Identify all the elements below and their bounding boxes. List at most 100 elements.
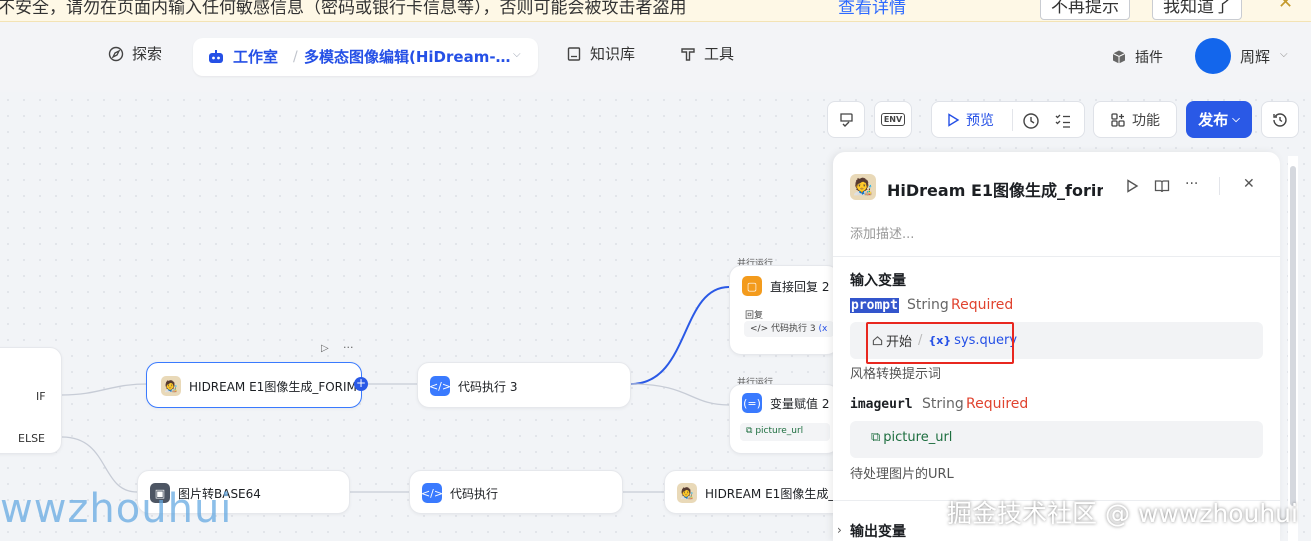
description-placeholder[interactable]: 添加描述... <box>850 223 914 242</box>
reply2-sub: 回复 <box>745 311 764 321</box>
check-x-icon <box>840 112 853 127</box>
imageurl-var-name: imageurl <box>850 397 913 412</box>
book-open-icon[interactable] <box>1154 178 1170 194</box>
imageurl-value: picture_url <box>883 430 953 445</box>
edge-else-img <box>61 436 138 493</box>
hammer-icon <box>681 47 695 61</box>
env-label: ENV <box>880 113 906 126</box>
assign-icon: (=) <box>742 393 762 413</box>
watermark-right: 掘金技术社区 @ wwwzhouhui <box>947 499 1298 528</box>
more-icon[interactable]: ··· <box>1185 176 1198 192</box>
add-node-plus-icon[interactable]: + <box>354 377 368 391</box>
got-it-button[interactable]: 我知道了 <box>1152 0 1242 20</box>
hidream-b-node[interactable]: 🧑‍🎨 HIDREAM E1图像生成_F <box>664 470 854 514</box>
highlight-annotation-box <box>866 322 1014 364</box>
edge-if-hidream <box>61 383 148 396</box>
security-warning-bar: 不安全，请勿在页面内输入任何敏感信息（密码或银行卡信息等），否则可能会被攻击者盗… <box>0 0 1311 22</box>
assign2-var: ⧉ picture_url <box>740 423 830 441</box>
code3-node[interactable]: </> 代码执行 3 <box>417 362 631 408</box>
history-run-icon[interactable] <box>1022 112 1040 130</box>
inputs-title: 输入变量 <box>850 273 906 289</box>
play-icon <box>948 113 960 127</box>
assign2-node[interactable]: (=) 变量赋值 2 ⧉ picture_url <box>729 384 839 454</box>
code3-node-title: 代码执行 3 <box>458 379 518 394</box>
prompt-type: String <box>907 297 949 313</box>
code-node-title: 代码执行 <box>450 486 499 501</box>
close-icon[interactable]: ✕ <box>1278 0 1293 13</box>
robot-icon <box>209 49 223 63</box>
nav-tools-label: 工具 <box>704 45 735 63</box>
condition-node[interactable]: IF ELSE <box>0 347 62 454</box>
warning-message: 不安全，请勿在页面内输入任何敏感信息（密码或银行卡信息等），否则可能会被攻击者盗… <box>0 0 687 18</box>
outputs-title[interactable]: 输出变量 <box>850 521 906 541</box>
grid-icon <box>1111 112 1125 127</box>
nav-explore[interactable]: 探索 <box>108 43 162 64</box>
collapse-chevron-icon[interactable]: › <box>837 523 842 537</box>
hidream-node[interactable]: 🧑‍🎨 HIDREAM E1图像生成_FORIM <box>146 362 362 408</box>
env-button[interactable]: ENV <box>874 101 912 138</box>
publish-button[interactable]: 发布 ⌵ <box>1186 101 1252 138</box>
node-more-icon[interactable]: ··· <box>343 341 354 354</box>
preview-toolbar-group: 预览 <box>931 101 1085 138</box>
app-name[interactable]: 多模态图像编辑(HiDream-… <box>304 46 511 67</box>
workspace-pill[interactable]: 工作室 / 多模态图像编辑(HiDream-… ⌵ <box>193 38 538 76</box>
reply2-ref: </> 代码执行 3 (x <box>744 321 834 337</box>
else-label: ELSE <box>18 432 46 445</box>
chevron-down-icon[interactable]: ⌵ <box>513 49 521 60</box>
hidream-node-icon: 🧑‍🎨 <box>161 376 181 396</box>
view-details-link[interactable]: 查看详情 <box>838 0 906 18</box>
nav-plugins[interactable]: 插件 <box>1111 47 1163 67</box>
user-chevron-down-icon[interactable]: ⌵ <box>1280 49 1288 60</box>
imageurl-type: String <box>922 396 964 412</box>
code-icon-2: </> <box>421 483 443 503</box>
hidream-b-node-title: HIDREAM E1图像生成_F <box>705 486 842 501</box>
features-button[interactable]: 功能 <box>1093 101 1177 138</box>
node-run-icon[interactable]: ▷ <box>321 343 329 354</box>
book-icon <box>567 46 581 61</box>
panel-scrollbar[interactable] <box>1288 156 1298 541</box>
nav-tools[interactable]: 工具 <box>680 43 734 64</box>
hidream-panel-icon: 🧑‍🎨 <box>850 174 876 200</box>
nav-knowledge-label: 知识库 <box>590 45 636 63</box>
prompt-var-name: prompt <box>850 298 899 313</box>
preview-button[interactable]: 预览 <box>946 110 994 130</box>
code-node[interactable]: </> 代码执行 <box>409 470 623 514</box>
breadcrumb-separator: / <box>293 49 298 65</box>
nav-explore-label: 探索 <box>132 45 163 63</box>
code-small-icon: </> <box>750 324 769 334</box>
edge-code3-reply2 <box>630 286 730 385</box>
prompt-hint: 风格转换提示词 <box>850 367 942 382</box>
imageurl-required: Required <box>966 396 1029 412</box>
imageurl-value-field[interactable]: ⧉ picture_url <box>850 421 1263 458</box>
nav-workspace-label: 工作室 <box>233 48 279 66</box>
run-icon[interactable] <box>1125 179 1139 193</box>
nav-plugins-label: 插件 <box>1135 50 1163 66</box>
user-name[interactable]: 周辉 <box>1240 46 1270 67</box>
version-history-button[interactable] <box>1261 101 1299 138</box>
reply2-node-title: 直接回复 2 <box>770 279 830 294</box>
publish-label: 发布 <box>1198 111 1229 129</box>
if-label: IF <box>36 390 46 403</box>
panel-close-icon[interactable]: ✕ <box>1243 176 1255 192</box>
cube-icon <box>1112 50 1126 64</box>
compass-icon <box>108 46 124 61</box>
features-label: 功能 <box>1132 112 1160 129</box>
code-icon: </> <box>429 376 451 396</box>
assign2-node-title: 变量赋值 2 <box>770 396 830 411</box>
prompt-required: Required <box>951 297 1014 313</box>
link-icon: ⧉ <box>746 426 753 436</box>
reply2-node[interactable]: ▢ 直接回复 2 回复 </> 代码执行 3 (x <box>729 265 839 355</box>
dont-remind-button[interactable]: 不再提示 <box>1040 0 1130 20</box>
reply-icon: ▢ <box>742 276 762 296</box>
validate-button[interactable] <box>827 101 865 138</box>
history-icon <box>1273 112 1287 127</box>
checklist-icon[interactable] <box>1054 112 1072 130</box>
nav-workspace[interactable]: 工作室 <box>207 46 278 67</box>
hidream-b-icon: 🧑‍🎨 <box>677 483 697 503</box>
top-nav: 探索 工作室 / 多模态图像编辑(HiDream-… ⌵ 知识库 工具 插件 周… <box>0 22 1311 92</box>
avatar[interactable] <box>1195 38 1231 74</box>
hidream-node-title: HIDREAM E1图像生成_FORIM <box>189 379 357 394</box>
nav-knowledge[interactable]: 知识库 <box>566 43 635 64</box>
panel-title[interactable]: HiDream E1图像生成_forim <box>887 177 1103 201</box>
edge-code3-assign2 <box>630 383 730 406</box>
